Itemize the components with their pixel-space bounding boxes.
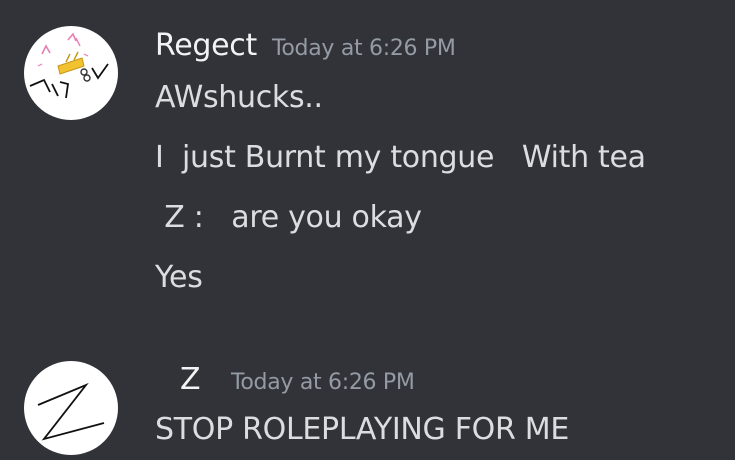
message-line: I just Burnt my tongue With tea xyxy=(155,140,646,175)
avatar[interactable] xyxy=(24,361,118,455)
message-line: Yes xyxy=(155,260,203,295)
message-timestamp: Today at 6:26 PM xyxy=(272,36,456,61)
message-line: Z : are you okay xyxy=(155,200,422,235)
message-author[interactable]: Regect xyxy=(155,28,257,63)
message-line: AWshucks.. xyxy=(155,80,323,115)
avatar[interactable] xyxy=(24,26,118,120)
message-line: STOP ROLEPLAYING FOR ME xyxy=(155,412,570,447)
cat-with-crown-drawing-icon xyxy=(29,32,109,99)
letter-z-drawing-icon xyxy=(37,382,105,441)
message-author[interactable]: Z xyxy=(180,362,201,397)
message-timestamp: Today at 6:26 PM xyxy=(231,370,415,395)
